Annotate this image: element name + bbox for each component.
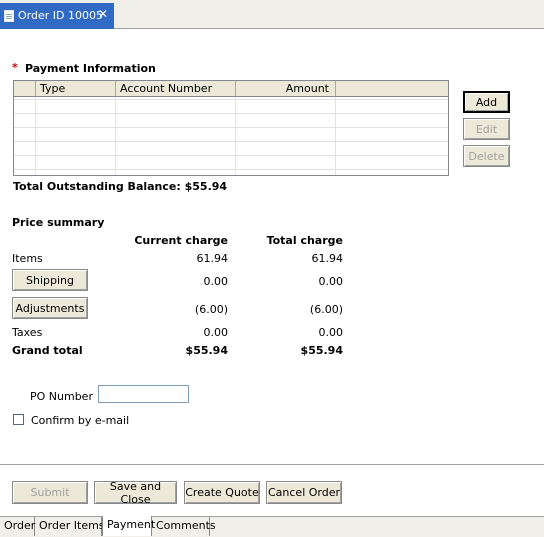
- items-total: 61.94: [311, 252, 344, 265]
- confirm-email-label: Confirm by e-mail: [31, 414, 130, 427]
- payment-section-title: Payment Information: [25, 62, 156, 75]
- save-and-close-button[interactable]: Save and Close: [94, 480, 177, 506]
- row-header-column: [14, 81, 36, 97]
- taxes-total: 0.00: [318, 326, 344, 339]
- table-row[interactable]: [14, 113, 448, 114]
- adjustments-button[interactable]: Adjustments: [12, 297, 88, 319]
- table-row[interactable]: [14, 141, 448, 142]
- total-outstanding-balance: Total Outstanding Balance: $55.94: [13, 180, 228, 193]
- items-current: 61.94: [196, 252, 229, 265]
- delete-button[interactable]: Delete: [463, 145, 510, 167]
- grid-line: [235, 97, 236, 175]
- taxes-label: Taxes: [12, 326, 43, 339]
- column-amount[interactable]: Amount: [236, 81, 336, 97]
- taxes-current: 0.00: [203, 326, 229, 339]
- grid-line: [35, 97, 36, 175]
- grid-line: [335, 97, 336, 175]
- current-charge-header: Current charge: [134, 234, 228, 247]
- tab-payment[interactable]: Payment: [102, 516, 155, 536]
- tab-order-details[interactable]: Order: [0, 517, 35, 536]
- tab-comments[interactable]: Comments: [152, 517, 216, 536]
- grand-total-label: Grand total: [12, 344, 83, 357]
- grand-total-current: $55.94: [185, 344, 228, 357]
- table-row[interactable]: [14, 155, 448, 156]
- required-marker: *: [12, 61, 18, 74]
- divider: [0, 464, 544, 465]
- confirm-email-checkbox[interactable]: [13, 414, 24, 425]
- tab-title: Order ID 10005: [18, 9, 103, 22]
- add-button[interactable]: Add: [463, 91, 510, 113]
- close-icon[interactable]: ✕: [98, 7, 108, 21]
- shipping-current: 0.00: [203, 275, 229, 288]
- table-row[interactable]: [14, 169, 448, 170]
- create-quote-button[interactable]: Create Quote: [184, 481, 260, 504]
- adjustments-current: (6.00): [194, 303, 228, 316]
- payment-table[interactable]: Type Account Number Amount: [13, 80, 449, 176]
- column-account-number[interactable]: Account Number: [116, 81, 236, 97]
- total-charge-header: Total charge: [266, 234, 343, 247]
- po-number-input[interactable]: [98, 385, 189, 403]
- tab-order-items[interactable]: Order Items: [35, 517, 105, 536]
- shipping-total: 0.00: [318, 275, 344, 288]
- submit-button[interactable]: Submit: [12, 481, 88, 504]
- column-type[interactable]: Type: [36, 81, 116, 97]
- adjustments-total: (6.00): [309, 303, 343, 316]
- items-label: Items: [12, 252, 43, 265]
- po-number-label: PO Number: [30, 390, 93, 403]
- grid-line: [115, 97, 116, 175]
- shipping-button[interactable]: Shipping: [12, 269, 88, 291]
- column-filler: [336, 81, 448, 97]
- tab-order[interactable]: Order ID 10005 ✕: [0, 3, 114, 29]
- table-row[interactable]: [14, 127, 448, 128]
- table-row[interactable]: [14, 99, 448, 100]
- price-summary-title: Price summary: [12, 216, 105, 229]
- document-icon: [4, 10, 14, 22]
- grand-total-total: $55.94: [300, 344, 343, 357]
- cancel-order-button[interactable]: Cancel Order: [266, 481, 342, 504]
- edit-button[interactable]: Edit: [463, 118, 510, 140]
- bottom-tab-bar: Order Order Items Payment Comments: [0, 516, 544, 537]
